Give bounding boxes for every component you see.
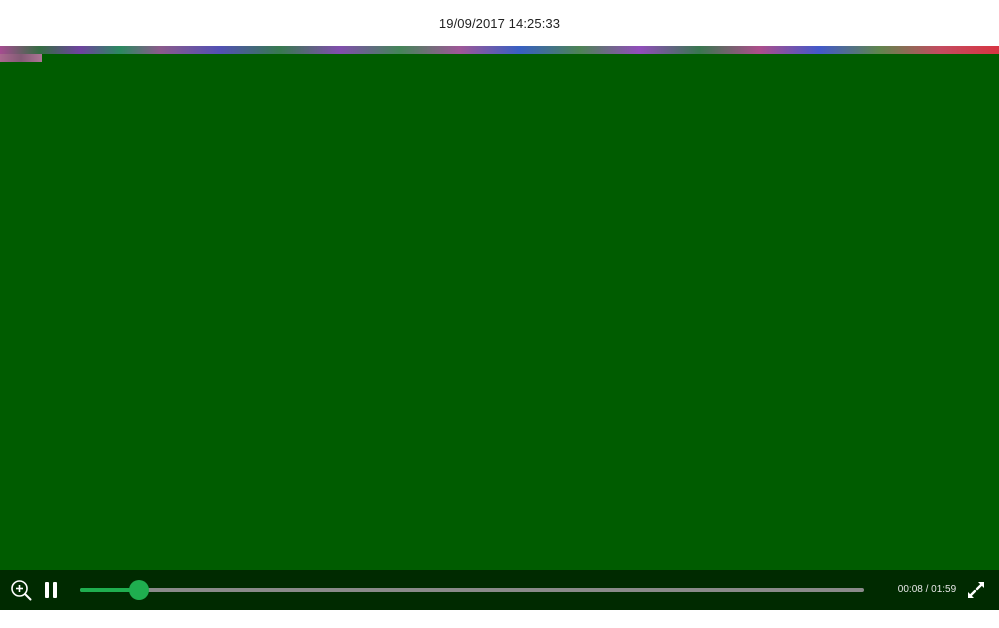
video-artifact-strip	[0, 46, 999, 54]
video-artifact-block	[0, 54, 42, 62]
progress-slider[interactable]	[80, 580, 864, 600]
zoom-button[interactable]	[10, 579, 32, 601]
recording-timestamp-header: 19/09/2017 14:25:33	[0, 0, 999, 46]
recording-timestamp: 19/09/2017 14:25:33	[438, 15, 561, 31]
progress-knob[interactable]	[129, 580, 149, 600]
player-control-bar: 00:08 / 01:59	[0, 570, 999, 610]
video-viewport[interactable]	[0, 46, 999, 570]
pause-button[interactable]	[44, 582, 58, 598]
fullscreen-icon	[968, 582, 984, 598]
zoom-in-icon	[11, 580, 32, 601]
time-readout: 00:08 / 01:59	[897, 584, 957, 595]
fullscreen-button[interactable]	[966, 580, 986, 600]
